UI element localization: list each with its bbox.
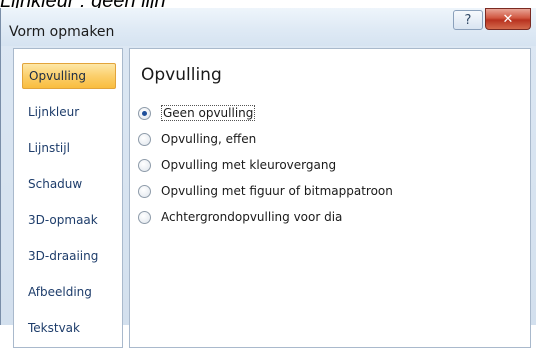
radio-button[interactable] [138,132,151,146]
sidebar-item-afbeelding[interactable]: Afbeelding [22,279,116,305]
sidebar-item-schaduw[interactable]: Schaduw [22,171,116,197]
fill-panel: Opvulling Geen opvulling Opvulling, effe… [129,48,531,348]
sidebar-item-opvulling[interactable]: Opvulling [22,63,116,89]
sidebar-item-3d-opmaak[interactable]: 3D-opmaak [22,207,116,233]
fill-option-picture[interactable]: Opvulling met figuur of bitmappatroon [138,182,393,200]
fill-option-gradient[interactable]: Opvulling met kleurovergang [138,156,336,174]
close-button[interactable]: ✕ [485,8,531,30]
option-label: Achtergrondopvulling voor dia [161,210,343,224]
radio-button[interactable] [138,158,151,172]
fill-option-solid[interactable]: Opvulling, effen [138,130,256,148]
help-button[interactable]: ? [453,10,483,30]
sidebar-item-lijnkleur[interactable]: Lijnkleur [22,99,116,125]
category-sidebar: Opvulling Lijnkleur Lijnstijl Schaduw 3D… [13,48,123,348]
fill-option-none[interactable]: Geen opvulling [138,104,256,122]
radio-button-checked[interactable] [138,106,151,120]
option-label: Opvulling, effen [161,132,257,146]
panel-title: Opvulling [141,65,222,85]
format-shape-dialog: Vorm opmaken ? ✕ Opvulling Lijnkleur Lij… [0,8,536,348]
radio-button[interactable] [138,184,151,198]
option-label: Geen opvulling [161,105,256,121]
option-label: Opvulling met kleurovergang [161,158,337,172]
sidebar-item-tekstvak[interactable]: Tekstvak [22,315,116,341]
sidebar-item-3d-draaiing[interactable]: 3D-draaiing [22,243,116,269]
close-icon: ✕ [502,11,514,27]
radio-button[interactable] [138,210,151,224]
fill-option-background[interactable]: Achtergrondopvulling voor dia [138,208,342,226]
help-icon: ? [464,12,472,28]
option-label: Opvulling met figuur of bitmappatroon [161,184,393,198]
title-bar: Vorm opmaken ? ✕ [1,8,536,46]
dialog-title: Vorm opmaken [9,24,115,40]
sidebar-item-lijnstijl[interactable]: Lijnstijl [22,135,116,161]
